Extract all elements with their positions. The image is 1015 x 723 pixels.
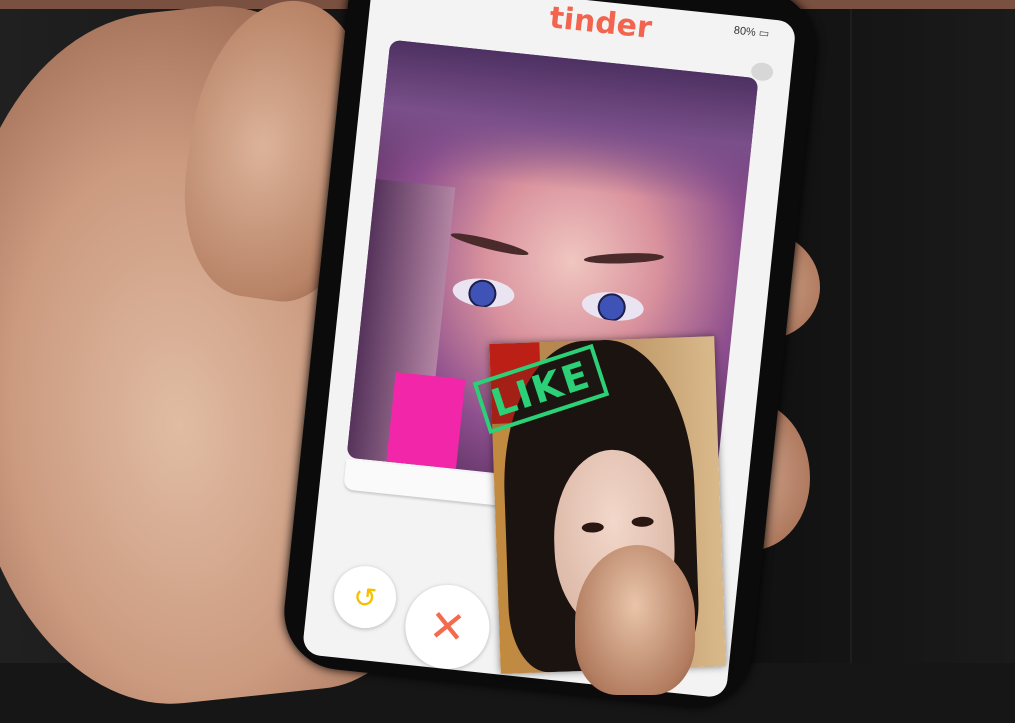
eyebrow-right xyxy=(583,251,665,265)
wood-plank-seam xyxy=(850,9,852,663)
eye-left xyxy=(451,275,516,311)
x-icon: ✕ xyxy=(426,599,469,655)
eyebrow-left xyxy=(449,229,530,259)
rewind-button[interactable]: ↺ xyxy=(330,563,400,632)
battery-icon: ▭ xyxy=(758,27,770,41)
app-logo: tinder xyxy=(547,0,654,46)
rewind-icon: ↺ xyxy=(351,579,379,615)
pink-shirt xyxy=(386,372,466,469)
status-bar: 80% ▭ xyxy=(733,24,770,41)
eye-right xyxy=(580,289,646,324)
swiping-thumb xyxy=(575,545,695,695)
battery-percent: 80% xyxy=(733,24,757,39)
dislike-button[interactable]: ✕ xyxy=(401,580,494,674)
